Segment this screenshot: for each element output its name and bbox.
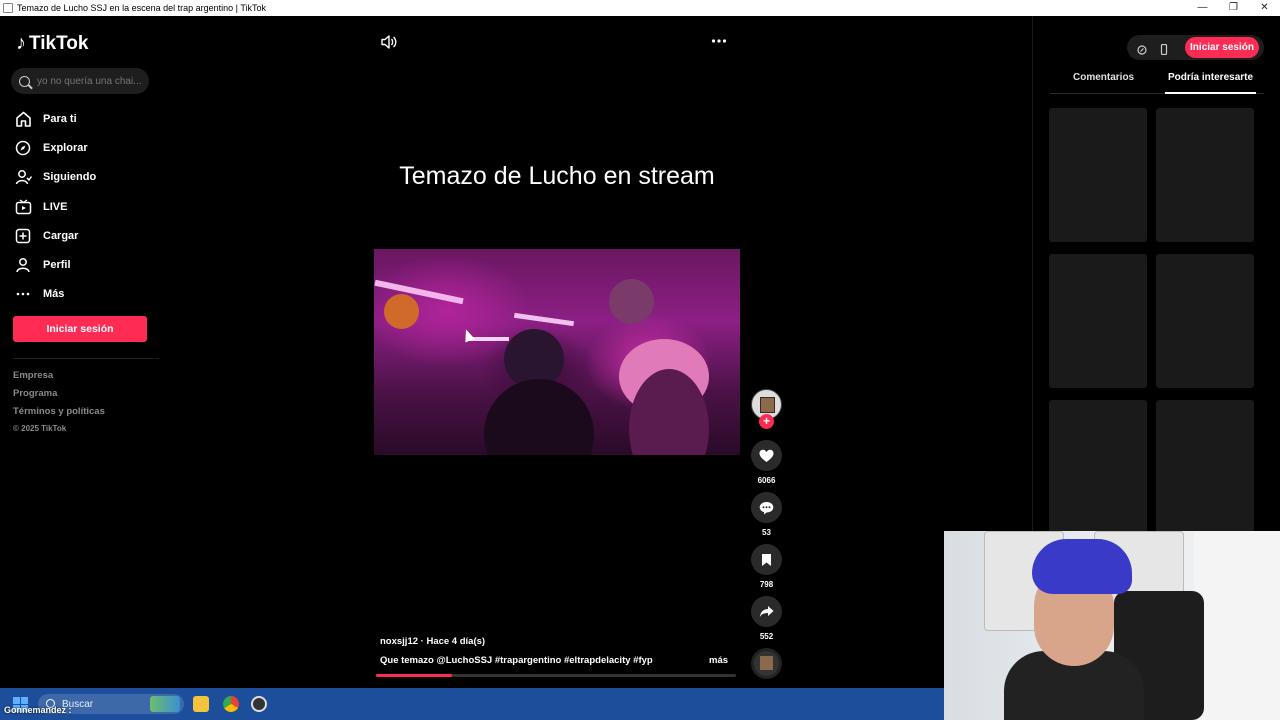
volume-button[interactable] [380,34,398,50]
more-options-button[interactable] [711,34,731,48]
bookmark-icon [762,553,771,566]
home-icon [14,110,32,128]
sidebar-item-mas[interactable]: Más [14,280,96,309]
header-login-button[interactable]: Iniciar sesión [1185,37,1259,58]
restore-button[interactable]: ❐ [1218,0,1249,16]
file-explorer-icon[interactable] [193,696,209,712]
save-button[interactable] [751,544,782,575]
sidebar-item-perfil[interactable]: Perfil [14,250,96,279]
minimize-button[interactable]: — [1187,0,1218,16]
window-controls: — ❐ ✕ [1187,0,1280,16]
music-disc-image [760,656,773,670]
browser-app-icon [3,3,13,13]
sidebar-nav: Para ti Explorar Siguiendo LIVE Cargar P… [14,104,96,309]
footer-link-company[interactable]: Empresa [13,370,105,388]
sidebar-item-label: Más [43,288,65,301]
logo-text: TikTok [29,32,89,54]
share-button[interactable] [751,596,782,627]
profile-icon [14,256,32,274]
suggested-video-thumbnail[interactable] [1156,108,1254,242]
coin-icon[interactable] [1137,42,1147,55]
comment-count: 53 [762,528,771,537]
sidebar: ♪ TikTok Para ti Explorar Siguiendo [0,16,160,688]
comment-icon [759,501,774,514]
suggested-video-thumbnail[interactable] [1156,400,1254,534]
sidebar-item-label: Cargar [43,229,79,242]
video-scene-light [513,312,575,327]
right-panel-tabs: Comentarios Podría interesarte [1050,72,1264,94]
share-icon [759,606,774,617]
sidebar-item-live[interactable]: LIVE [14,192,96,221]
chrome-icon[interactable] [223,696,239,712]
webcam-person-hair [1032,539,1132,594]
save-count: 798 [759,580,774,589]
suggested-video-thumbnail[interactable] [1049,254,1147,388]
copyright-text: © 2025 TikTok [13,424,67,433]
footer-link-program[interactable]: Programa [13,388,105,406]
share-count: 552 [759,632,774,641]
avatar-image [760,397,775,413]
ellipsis-icon [711,39,727,43]
sidebar-item-cargar[interactable]: Cargar [14,221,96,250]
sidebar-item-explorar[interactable]: Explorar [14,133,96,162]
obs-icon[interactable] [251,696,267,712]
windows-taskbar: Buscar [0,688,944,720]
video-author[interactable]: noxsjj12 · Hace 4 día(s) [380,636,485,647]
suggested-video-thumbnail[interactable] [1049,400,1147,534]
video-scene-figure [609,279,654,324]
mobile-app-icon[interactable] [1159,42,1169,56]
sidebar-item-label: Explorar [43,141,88,154]
compass-icon [14,139,32,157]
sidebar-item-label: Perfil [43,259,71,272]
webcam-overlay [944,531,1280,720]
video-player[interactable] [374,249,740,455]
search-input[interactable] [37,75,142,87]
widgets-icon[interactable] [150,696,180,712]
music-disc[interactable] [751,648,782,679]
tiktok-note-icon: ♪ [16,32,26,54]
stream-chat-name: Gonnemandez : [4,705,72,715]
search-box[interactable] [11,68,149,94]
volume-icon [381,35,397,49]
video-progress-fill [376,674,452,677]
sidebar-item-label: LIVE [43,200,68,213]
heart-icon [759,449,774,462]
sidebar-divider [13,358,159,359]
suggested-video-thumbnail[interactable] [1156,254,1254,388]
search-icon [19,75,30,87]
sidebar-item-para-ti[interactable]: Para ti [14,104,96,133]
video-scene-figure [484,379,594,455]
tiktok-logo[interactable]: ♪ TikTok [16,32,88,55]
video-scene-figure [384,294,419,329]
tab-podria-interesarte[interactable]: Podría interesarte [1165,72,1257,94]
tab-comentarios[interactable]: Comentarios [1073,72,1134,94]
video-caption: Que temazo @LuchoSSJ #trapargentino #elt… [380,655,653,666]
video-progress-bar[interactable] [376,674,736,677]
footer-link-terms[interactable]: Términos y políticas [13,406,105,424]
sidebar-item-label: Siguiendo [43,171,97,184]
comment-button[interactable] [751,492,782,523]
close-button[interactable]: ✕ [1249,0,1280,16]
caption-more-link[interactable]: más [709,655,728,666]
sidebar-item-label: Para ti [43,112,77,125]
follow-button[interactable]: + [759,414,774,429]
video-scene-light [469,337,509,341]
webcam-background-wall [1194,531,1280,720]
upload-icon [14,227,32,245]
following-icon [14,168,32,186]
sidebar-item-siguiendo[interactable]: Siguiendo [14,163,96,192]
like-button[interactable] [751,440,782,471]
more-icon [14,285,32,303]
video-overlay-title: Temazo de Lucho en stream [399,162,715,190]
live-icon [14,198,32,216]
login-button[interactable]: Iniciar sesión [13,316,147,342]
window-titlebar: Temazo de Lucho SSJ en la escena del tra… [0,0,1280,16]
sidebar-footer: Empresa Programa Términos y políticas © … [13,370,105,438]
suggested-video-thumbnail[interactable] [1049,108,1147,242]
window-title: Temazo de Lucho SSJ en la escena del tra… [17,3,266,13]
like-count: 6066 [757,476,776,485]
